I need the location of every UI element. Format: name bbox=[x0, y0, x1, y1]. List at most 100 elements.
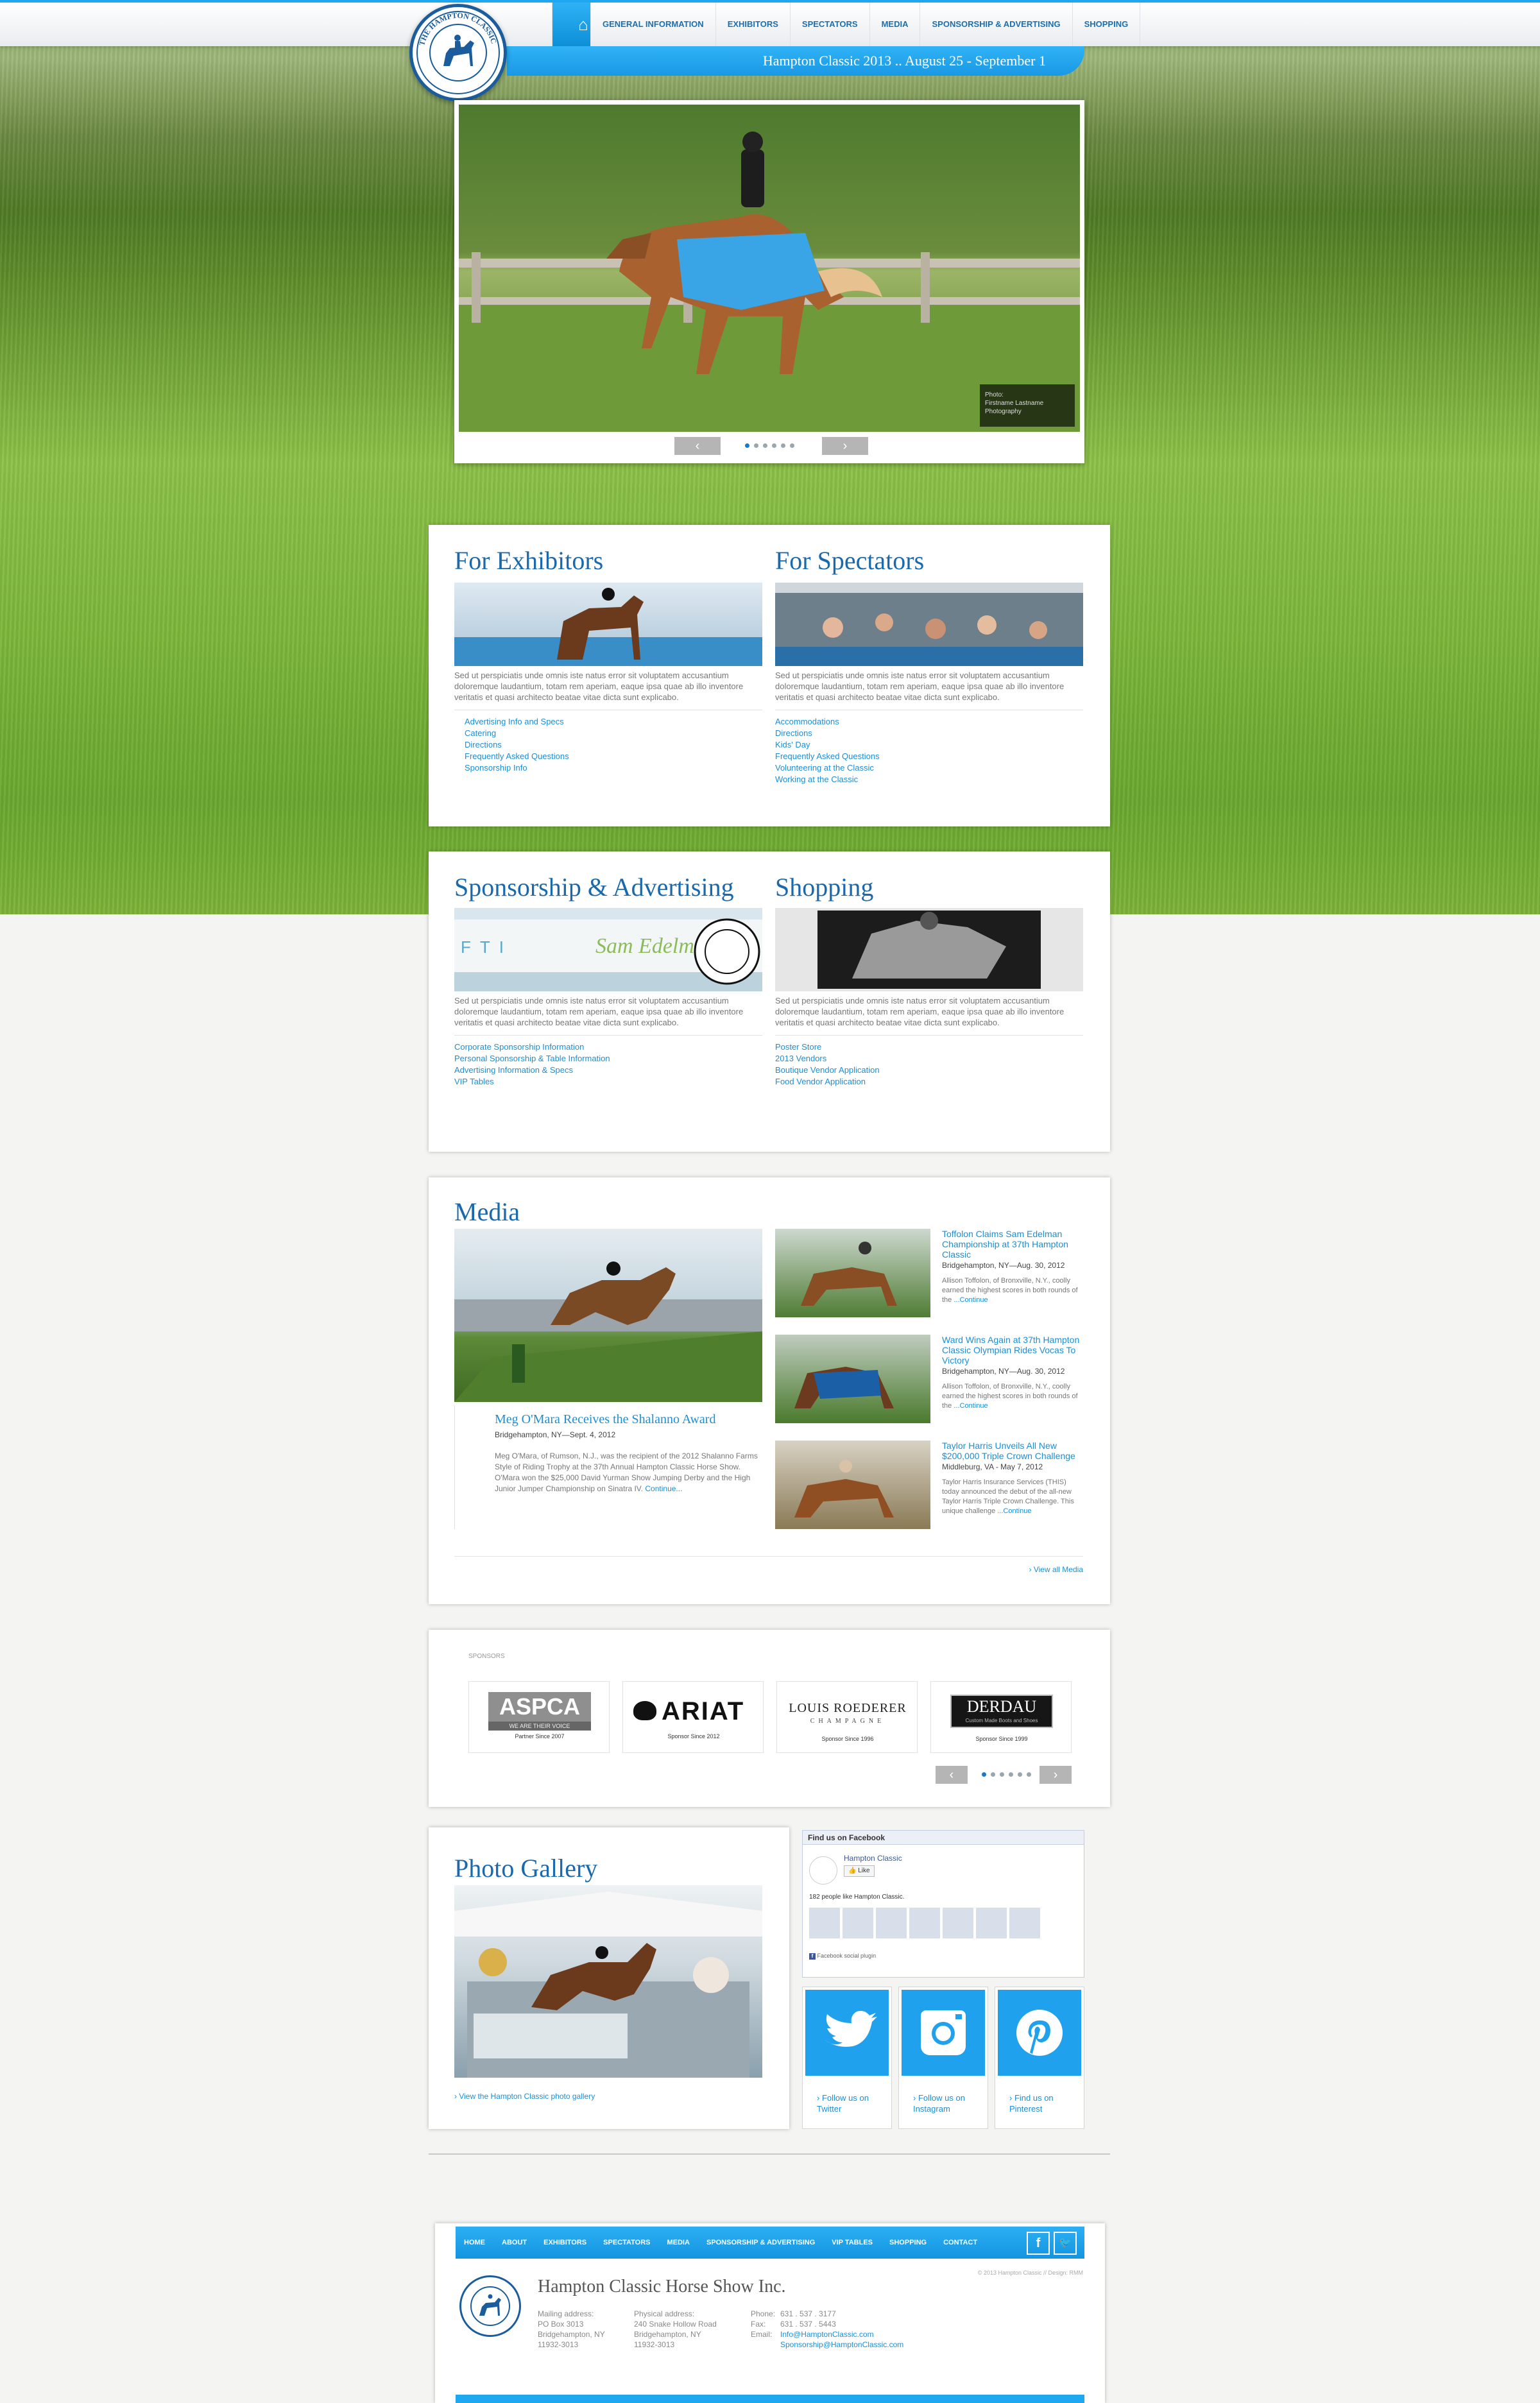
link-catering[interactable]: Catering bbox=[465, 728, 569, 739]
link-personal-sponsorship[interactable]: Personal Sponsorship & Table Information bbox=[454, 1053, 610, 1065]
footer-link-exhibitors[interactable]: EXHIBITORS bbox=[535, 2239, 595, 2246]
sponsors-prev-button[interactable]: ‹ bbox=[936, 1766, 968, 1784]
sponsor-ariat[interactable]: ARIAT Sponsor Since 2012 bbox=[622, 1681, 764, 1753]
footer-copyright: © 2013 Hampton Classic // Design: RMM bbox=[977, 2270, 1083, 2276]
gallery-photo[interactable] bbox=[454, 1885, 762, 2078]
sponsors-dot[interactable] bbox=[1018, 1772, 1022, 1777]
news-continue-3[interactable]: ...Continue bbox=[997, 1507, 1031, 1515]
link-2013-vendors[interactable]: 2013 Vendors bbox=[775, 1053, 880, 1065]
slider-dot[interactable] bbox=[754, 443, 758, 448]
nav-home-button[interactable]: ⌂ bbox=[552, 3, 590, 46]
link-kids-day[interactable]: Kids' Day bbox=[775, 739, 880, 751]
slider-dot[interactable] bbox=[781, 443, 785, 448]
slider-dot[interactable] bbox=[772, 443, 776, 448]
link-boutique-vendor[interactable]: Boutique Vendor Application bbox=[775, 1065, 880, 1076]
slider-next-button[interactable]: › bbox=[822, 437, 868, 455]
sponsors-dot[interactable] bbox=[1009, 1772, 1013, 1777]
nav-item-exhibitors[interactable]: EXHIBITORS bbox=[715, 3, 790, 46]
slider-prev-button[interactable]: ‹ bbox=[674, 437, 721, 455]
footer-twitter-button[interactable]: 🐦 bbox=[1054, 2232, 1077, 2255]
fan-avatar[interactable] bbox=[909, 1908, 940, 1938]
facebook-header: Find us on Facebook bbox=[803, 1831, 1084, 1845]
link-accommodations[interactable]: Accommodations bbox=[775, 716, 880, 728]
link-directions[interactable]: Directions bbox=[775, 728, 880, 739]
fan-avatar[interactable] bbox=[943, 1908, 973, 1938]
link-volunteering[interactable]: Volunteering at the Classic bbox=[775, 762, 880, 774]
facebook-page-avatar[interactable] bbox=[809, 1856, 837, 1885]
nav-item-media[interactable]: MEDIA bbox=[869, 3, 920, 46]
link-poster-store[interactable]: Poster Store bbox=[775, 1041, 880, 1053]
sponsors-next-button[interactable]: › bbox=[1040, 1766, 1072, 1784]
instagram-label-line1: Follow us on bbox=[918, 2093, 965, 2103]
main-nav: ⌂ GENERAL INFORMATION EXHIBITORS SPECTAT… bbox=[552, 3, 1141, 46]
link-sponsorship-info[interactable]: Sponsorship Info bbox=[465, 762, 569, 774]
feature-continue-link[interactable]: Continue... bbox=[645, 1484, 682, 1493]
footer-contact: Phone: 631 . 537 . 3177 Fax: 631 . 537 . 5… bbox=[751, 2309, 903, 2350]
footer-link-shopping[interactable]: SHOPPING bbox=[881, 2239, 935, 2246]
nav-item-shopping[interactable]: SHOPPING bbox=[1072, 3, 1141, 46]
news-continue-2[interactable]: ...Continue bbox=[954, 1402, 988, 1410]
social-tile-pinterest[interactable]: › Find us on Pinterest bbox=[995, 1987, 1084, 2129]
link-faq[interactable]: Frequently Asked Questions bbox=[465, 751, 569, 762]
footer-physical-address: Physical address: 240 Snake Hollow Road … bbox=[634, 2309, 717, 2350]
email-sponsorship-link[interactable]: Sponsorship@HamptonClassic.com bbox=[780, 2340, 903, 2349]
nav-item-general-information[interactable]: GENERAL INFORMATION bbox=[590, 3, 715, 46]
news-title-3[interactable]: Taylor Harris Unveils All New $200,000 T… bbox=[942, 1441, 1083, 1461]
slider-dot[interactable] bbox=[790, 443, 794, 448]
sponsor-aspca[interactable]: ASPCA WE ARE THEIR VOICE Partner Since 2… bbox=[468, 1681, 610, 1753]
fan-avatar[interactable] bbox=[876, 1908, 907, 1938]
social-tile-instagram[interactable]: › Follow us on Instagram bbox=[898, 1987, 988, 2129]
footer-link-home[interactable]: HOME bbox=[456, 2239, 493, 2246]
twitter-icon bbox=[825, 2010, 877, 2047]
footer-link-vip-tables[interactable]: VIP TABLES bbox=[823, 2239, 881, 2246]
footer-link-sponsorship[interactable]: SPONSORSHIP & ADVERTISING bbox=[698, 2239, 823, 2246]
footer-logo[interactable] bbox=[459, 2275, 521, 2337]
ariat-horse-icon bbox=[633, 1701, 656, 1720]
link-directions[interactable]: Directions bbox=[465, 739, 569, 751]
link-faq[interactable]: Frequently Asked Questions bbox=[775, 751, 880, 762]
feature-title[interactable]: Meg O'Mara Receives the Shalanno Award bbox=[495, 1412, 715, 1427]
gallery-link[interactable]: › View the Hampton Classic photo gallery bbox=[454, 2092, 595, 2101]
sponsors-dot[interactable] bbox=[991, 1772, 995, 1777]
news-continue-1[interactable]: ...Continue bbox=[954, 1296, 988, 1304]
fan-avatar[interactable] bbox=[976, 1908, 1007, 1938]
facebook-page-name[interactable]: Hampton Classic bbox=[844, 1854, 902, 1863]
sponsors-dot[interactable] bbox=[1027, 1772, 1031, 1777]
social-tile-twitter[interactable]: › Follow us on Twitter bbox=[802, 1987, 892, 2129]
slider-dot[interactable] bbox=[745, 443, 749, 448]
hero-photo-illustration bbox=[459, 132, 1080, 432]
news-title-2[interactable]: Ward Wins Again at 37th Hampton Classic … bbox=[942, 1335, 1083, 1365]
link-working[interactable]: Working at the Classic bbox=[775, 774, 880, 785]
nav-item-spectators[interactable]: SPECTATORS bbox=[789, 3, 869, 46]
footer-link-spectators[interactable]: SPECTATORS bbox=[595, 2239, 658, 2246]
link-food-vendor[interactable]: Food Vendor Application bbox=[775, 1076, 880, 1088]
facebook-like-button[interactable]: 👍 Like bbox=[844, 1865, 875, 1877]
news-title-1[interactable]: Toffolon Claims Sam Edelman Championship… bbox=[942, 1229, 1083, 1260]
physical-label: Physical address: bbox=[634, 2309, 695, 2318]
link-vip-tables[interactable]: VIP Tables bbox=[454, 1076, 610, 1088]
footer-link-about[interactable]: ABOUT bbox=[493, 2239, 535, 2246]
nav-item-sponsorship[interactable]: SPONSORSHIP & ADVERTISING bbox=[920, 3, 1072, 46]
sponsor-louis-roederer[interactable]: LOUIS ROEDERER CHAMPAGNE Sponsor Since 1… bbox=[776, 1681, 918, 1753]
view-all-media-link[interactable]: › View all Media bbox=[1029, 1565, 1084, 1574]
footer-link-contact[interactable]: CONTACT bbox=[935, 2239, 986, 2246]
email-label: Email: bbox=[751, 2330, 773, 2339]
sponsor-derdau[interactable]: DERDAU Custom Made Boots and Shoes Spons… bbox=[930, 1681, 1072, 1753]
sponsors-dot[interactable] bbox=[982, 1772, 986, 1777]
footer-facebook-button[interactable]: f bbox=[1027, 2232, 1050, 2255]
sponsors-dot[interactable] bbox=[1000, 1772, 1004, 1777]
physical-line1: 240 Snake Hollow Road bbox=[634, 2320, 717, 2329]
fan-avatar[interactable] bbox=[843, 1908, 873, 1938]
fan-avatar[interactable] bbox=[809, 1908, 840, 1938]
hampton-classic-logo[interactable]: THE HAMPTON CLASSIC bbox=[409, 4, 507, 101]
email-info-link[interactable]: Info@HamptonClassic.com bbox=[780, 2330, 874, 2339]
link-advertising-info[interactable]: Advertising Info and Specs bbox=[465, 716, 569, 728]
link-corporate-sponsorship[interactable]: Corporate Sponsorship Information bbox=[454, 1041, 610, 1053]
footer-link-media[interactable]: MEDIA bbox=[658, 2239, 697, 2246]
twitter-tile-bg bbox=[805, 1990, 889, 2076]
gallery-title: Photo Gallery bbox=[454, 1854, 598, 1883]
link-advertising-specs[interactable]: Advertising Information & Specs bbox=[454, 1065, 610, 1076]
slider-dot[interactable] bbox=[763, 443, 767, 448]
fan-avatar[interactable] bbox=[1009, 1908, 1040, 1938]
ariat-logo: ARIAT bbox=[662, 1697, 745, 1725]
